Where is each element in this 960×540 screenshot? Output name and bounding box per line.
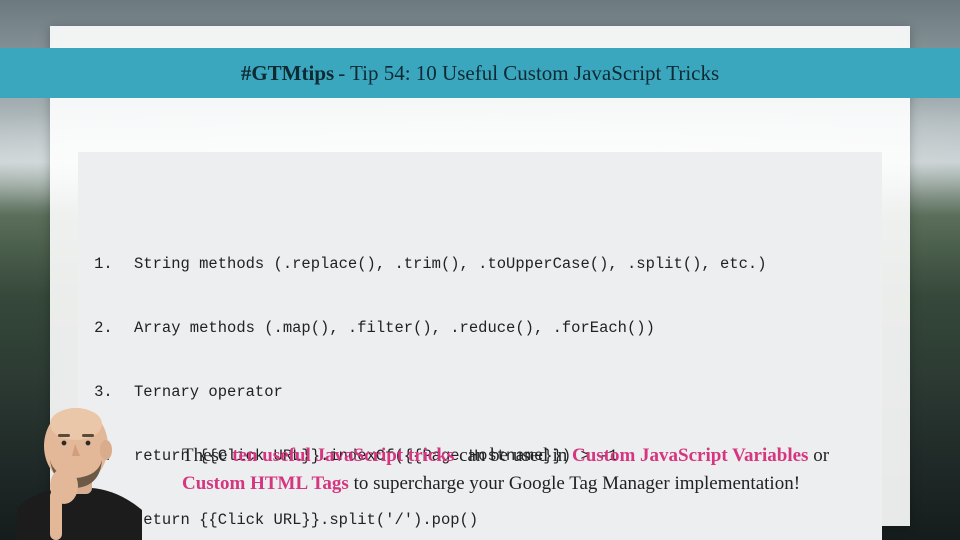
blurb-highlight: ten useful JavaScript tricks [232, 445, 454, 466]
title-bar: #GTMtips - Tip 54: 10 Useful Custom Java… [0, 48, 960, 98]
blurb-text: can be used in [454, 445, 572, 466]
list-item: String methods (.replace(), .trim(), .to… [122, 254, 858, 275]
title-hashtag: #GTMtips [241, 61, 334, 86]
list-item: return {{Click URL}}.split('/').pop() [122, 510, 858, 531]
blurb-text: to supercharge your Google Tag Manager i… [349, 473, 800, 494]
list-item: Ternary operator [122, 382, 858, 403]
blurb-highlight: Custom HTML Tags [182, 473, 349, 494]
blurb-text: or [808, 445, 829, 466]
list-item: Array methods (.map(), .filter(), .reduc… [122, 318, 858, 339]
description-blurb: These ten useful JavaScript tricks can b… [182, 442, 890, 497]
blurb-highlight: Custom JavaScript Variables [572, 445, 808, 466]
title-text: - Tip 54: 10 Useful Custom JavaScript Tr… [338, 61, 719, 86]
blurb-text: These [182, 445, 232, 466]
